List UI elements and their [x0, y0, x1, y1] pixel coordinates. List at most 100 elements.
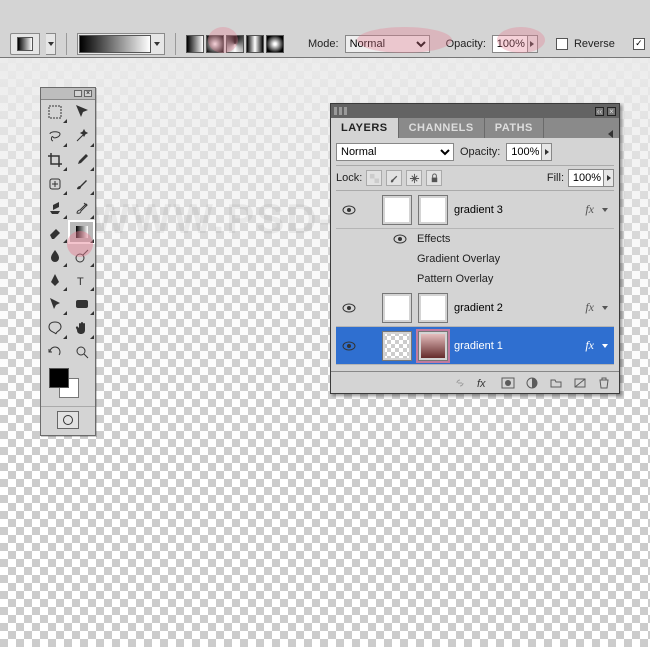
lock-transparent-icon[interactable]	[366, 170, 382, 186]
layer-mask-thumb[interactable]	[382, 195, 412, 225]
svg-text:fx: fx	[477, 378, 486, 390]
gradient-picker[interactable]	[77, 33, 165, 55]
collapse-icon[interactable]: ‹‹	[595, 107, 604, 116]
link-layers-icon[interactable]	[453, 376, 467, 390]
layer-opacity-slider-toggle[interactable]	[541, 144, 551, 160]
layer-row[interactable]: gradient 2 fx	[336, 289, 614, 327]
mode-label: Mode:	[308, 38, 339, 50]
tool-path-select[interactable]	[41, 292, 68, 316]
opacity-label: Opacity:	[446, 38, 486, 50]
lock-pixels-icon[interactable]	[386, 170, 402, 186]
quick-mask-row	[41, 406, 95, 435]
layer-opacity-input[interactable]	[507, 146, 541, 158]
layer-name[interactable]: gradient 3	[454, 204, 579, 216]
tool-shape[interactable]	[68, 292, 95, 316]
fill-slider-toggle[interactable]	[603, 170, 613, 186]
visibility-toggle[interactable]	[340, 303, 358, 313]
tool-lasso[interactable]	[41, 124, 68, 148]
effect-item[interactable]: Gradient Overlay	[391, 249, 614, 269]
tool-history-brush[interactable]	[68, 196, 95, 220]
visibility-toggle[interactable]	[340, 341, 358, 351]
fill-input[interactable]	[569, 172, 603, 184]
new-layer-icon[interactable]	[573, 376, 587, 390]
layer-row[interactable]: gradient 3 fx	[336, 191, 614, 229]
layer-mask-thumb[interactable]	[382, 293, 412, 323]
blend-mode-select[interactable]: Normal	[345, 35, 430, 53]
tool-notes[interactable]	[41, 316, 68, 340]
fx-indicator[interactable]: fx	[585, 338, 594, 353]
tool-brush[interactable]	[68, 172, 95, 196]
add-mask-icon[interactable]	[501, 376, 515, 390]
tool-eyedropper[interactable]	[68, 148, 95, 172]
close-icon[interactable]: ×	[607, 107, 616, 116]
separator	[175, 33, 176, 55]
close-icon[interactable]: ×	[84, 90, 92, 97]
reverse-label: Reverse	[574, 38, 615, 50]
tool-preset-dropdown[interactable]	[46, 33, 56, 55]
tool-blur[interactable]	[41, 244, 68, 268]
gradient-dropdown[interactable]	[151, 36, 163, 52]
lock-label: Lock:	[336, 172, 362, 184]
reverse-checkbox[interactable]	[556, 38, 568, 50]
tab-channels[interactable]: CHANNELS	[399, 118, 485, 138]
tool-hand[interactable]	[68, 316, 95, 340]
panel-menu-icon[interactable]	[601, 130, 619, 138]
layer-blend-mode-select[interactable]: Normal	[336, 143, 454, 161]
tool-magic-wand[interactable]	[68, 124, 95, 148]
gradient-style-linear[interactable]	[186, 35, 204, 53]
group-icon[interactable]	[549, 376, 563, 390]
dither-checkbox[interactable]: ✓	[633, 38, 645, 50]
fx-indicator[interactable]: fx	[585, 300, 594, 315]
gradient-style-group	[186, 35, 284, 53]
minimize-icon[interactable]	[74, 90, 82, 97]
fx-expand-toggle[interactable]	[600, 208, 610, 212]
tool-gradient[interactable]	[68, 220, 95, 244]
layer-thumb[interactable]	[418, 293, 448, 323]
adjustment-layer-icon[interactable]	[525, 376, 539, 390]
lock-position-icon[interactable]	[406, 170, 422, 186]
quick-mask-button[interactable]	[57, 411, 79, 429]
toolbox-header[interactable]: ×	[41, 88, 95, 100]
trash-icon[interactable]	[597, 376, 611, 390]
tool-eraser[interactable]	[41, 220, 68, 244]
tool-healing-brush[interactable]	[41, 172, 68, 196]
tool-clone-stamp[interactable]	[41, 196, 68, 220]
fx-expand-toggle[interactable]	[600, 306, 610, 310]
opacity-field[interactable]	[492, 35, 538, 53]
tool-zoom[interactable]	[68, 340, 95, 364]
fx-indicator[interactable]: fx	[585, 202, 594, 217]
tool-move[interactable]	[68, 100, 95, 124]
tool-type[interactable]: T	[68, 268, 95, 292]
tool-crop[interactable]	[41, 148, 68, 172]
opacity-input[interactable]	[493, 38, 527, 50]
fill-field[interactable]	[568, 169, 614, 187]
layer-thumb[interactable]	[418, 195, 448, 225]
opacity-slider-toggle[interactable]	[527, 36, 537, 52]
gradient-style-reflected[interactable]	[246, 35, 264, 53]
layer-opacity-field[interactable]	[506, 143, 552, 161]
layer-mask-thumb[interactable]	[382, 331, 412, 361]
gradient-style-radial[interactable]	[206, 35, 224, 53]
effect-item[interactable]: Pattern Overlay	[391, 269, 614, 289]
foreground-color-swatch[interactable]	[49, 368, 69, 388]
panel-footer: fx	[331, 371, 619, 393]
gradient-style-angle[interactable]	[226, 35, 244, 53]
tool-rotate-view[interactable]	[41, 340, 68, 364]
layer-name[interactable]: gradient 1	[454, 340, 579, 352]
tool-pen[interactable]	[41, 268, 68, 292]
tab-layers[interactable]: LAYERS	[331, 118, 399, 138]
tab-paths[interactable]: PATHS	[485, 118, 544, 138]
tool-dodge[interactable]	[68, 244, 95, 268]
gradient-style-diamond[interactable]	[266, 35, 284, 53]
tool-preset-picker[interactable]	[10, 33, 40, 55]
effects-heading[interactable]: Effects	[391, 229, 614, 249]
lock-all-icon[interactable]	[426, 170, 442, 186]
tool-marquee[interactable]	[41, 100, 68, 124]
panel-header[interactable]: ‹‹ ×	[331, 104, 619, 118]
layer-thumb[interactable]	[418, 331, 448, 361]
fx-icon[interactable]: fx	[477, 376, 491, 390]
layer-name[interactable]: gradient 2	[454, 302, 579, 314]
visibility-toggle[interactable]	[340, 205, 358, 215]
layer-row[interactable]: gradient 1 fx	[336, 327, 614, 365]
fx-expand-toggle[interactable]	[600, 344, 610, 348]
